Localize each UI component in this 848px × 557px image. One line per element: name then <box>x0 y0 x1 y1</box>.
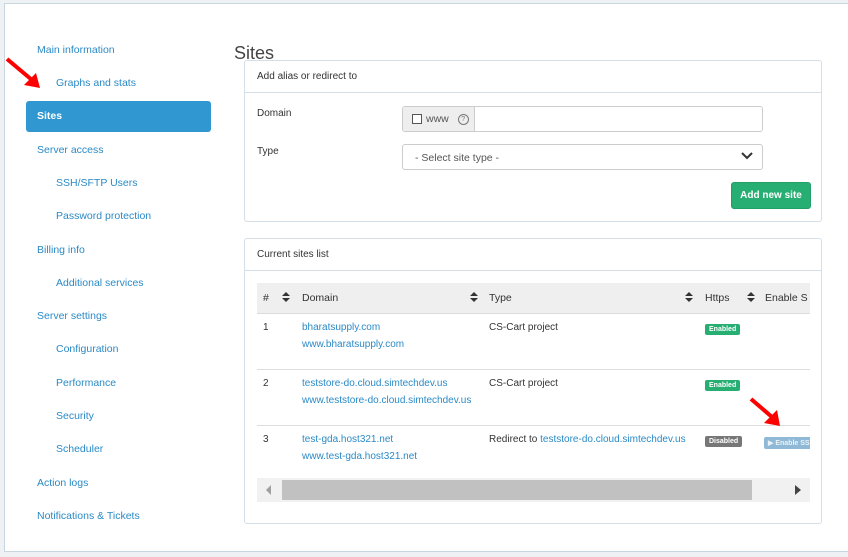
table-row: 1 bharatsupply.com www.bharatsupply.com … <box>257 314 810 370</box>
row-number: 3 <box>263 434 269 445</box>
column-header-number[interactable]: # <box>263 292 269 304</box>
https-status-badge: Enabled <box>705 324 741 335</box>
help-icon[interactable]: ? <box>457 113 469 125</box>
column-header-enable-ssl[interactable]: Enable S <box>765 292 808 304</box>
table-row: 2 teststore-do.cloud.simtechdev.us www.t… <box>257 370 810 426</box>
https-status-badge: Enabled <box>705 380 741 391</box>
https-status-badge: Disabled <box>705 436 743 447</box>
scrollbar-thumb[interactable] <box>282 480 752 500</box>
add-alias-panel: Add alias or redirect to Domain www ? Ty… <box>244 60 822 222</box>
sidebar-item-label: Sites <box>37 110 63 122</box>
site-type-select[interactable]: - Select site type - <box>402 144 763 170</box>
table-row: 3 test-gda.host321.net www.test-gda.host… <box>257 426 810 481</box>
column-header-type[interactable]: Type <box>489 292 512 304</box>
column-header-https[interactable]: Https <box>705 292 730 304</box>
annotation-arrow-icon <box>5 57 40 88</box>
www-label: www <box>426 113 449 125</box>
sidebar-item-server-access[interactable]: Server access <box>37 144 104 156</box>
alias-link[interactable]: www.bharatsupply.com <box>302 339 404 350</box>
scroll-left-icon[interactable] <box>266 485 271 495</box>
sites-table: # Domain Type Https Enable S 1 bharatsup… <box>257 283 810 481</box>
add-new-site-button[interactable]: Add new site <box>731 182 811 209</box>
sidebar-item-password-protection[interactable]: Password protection <box>56 210 151 222</box>
sidebar-item-graphs-and-stats[interactable]: Graphs and stats <box>56 77 136 89</box>
row-number: 1 <box>263 322 269 333</box>
domain-input-group: www ? <box>402 106 763 132</box>
www-addon: www ? <box>403 107 475 131</box>
type-label: Type <box>257 146 279 157</box>
alias-link[interactable]: www.test-gda.host321.net <box>302 451 417 462</box>
panel-title: Current sites list <box>245 239 821 271</box>
row-number: 2 <box>263 378 269 389</box>
alias-link[interactable]: www.teststore-do.cloud.simtechdev.us <box>302 395 471 406</box>
sort-icon[interactable] <box>470 292 478 302</box>
www-checkbox[interactable] <box>412 114 422 124</box>
site-type: CS-Cart project <box>489 378 558 389</box>
site-type: CS-Cart project <box>489 322 558 333</box>
domain-link[interactable]: bharatsupply.com <box>302 322 380 333</box>
sort-icon[interactable] <box>747 292 755 302</box>
site-type-text: Redirect to <box>489 434 541 445</box>
horizontal-scrollbar[interactable] <box>257 478 810 502</box>
sidebar-item-notifications-tickets[interactable]: Notifications & Tickets <box>37 510 140 522</box>
sidebar-item-ssh-sftp-users[interactable]: SSH/SFTP Users <box>56 177 138 189</box>
site-type-selected: - Select site type - <box>415 152 500 164</box>
enable-ssl-button[interactable]: ▶ Enable SSL <box>764 437 810 449</box>
scroll-right-icon[interactable] <box>795 485 801 495</box>
domain-link[interactable]: test-gda.host321.net <box>302 434 393 445</box>
sidebar-item-security[interactable]: Security <box>56 410 94 422</box>
sidebar-item-billing-info[interactable]: Billing info <box>37 244 85 256</box>
sidebar-item-additional-services[interactable]: Additional services <box>56 277 144 289</box>
sidebar-item-main-information[interactable]: Main information <box>37 44 115 56</box>
domain-label: Domain <box>257 108 292 119</box>
domain-input[interactable] <box>475 107 762 131</box>
sidebar-item-action-logs[interactable]: Action logs <box>37 477 88 489</box>
column-header-domain[interactable]: Domain <box>302 292 338 304</box>
redirect-target-link[interactable]: teststore-do.cloud.simtechdev.us <box>540 434 685 445</box>
sidebar-item-server-settings[interactable]: Server settings <box>37 310 107 322</box>
panel-title: Add alias or redirect to <box>245 61 821 93</box>
sites-list-panel: Current sites list # Domain Type Https E… <box>244 238 822 524</box>
site-type: Redirect to teststore-do.cloud.simtechde… <box>489 434 686 445</box>
chevron-down-icon <box>741 152 753 160</box>
sort-icon[interactable] <box>282 292 290 302</box>
sidebar-item-scheduler[interactable]: Scheduler <box>56 443 103 455</box>
sort-icon[interactable] <box>685 292 693 302</box>
sidebar-item-performance[interactable]: Performance <box>56 377 116 389</box>
annotation-arrow-icon <box>749 397 780 426</box>
table-header: # Domain Type Https Enable S <box>257 283 810 314</box>
sidebar-item-configuration[interactable]: Configuration <box>56 343 118 355</box>
domain-link[interactable]: teststore-do.cloud.simtechdev.us <box>302 378 447 389</box>
sidebar-item-sites[interactable]: Sites <box>26 101 211 132</box>
